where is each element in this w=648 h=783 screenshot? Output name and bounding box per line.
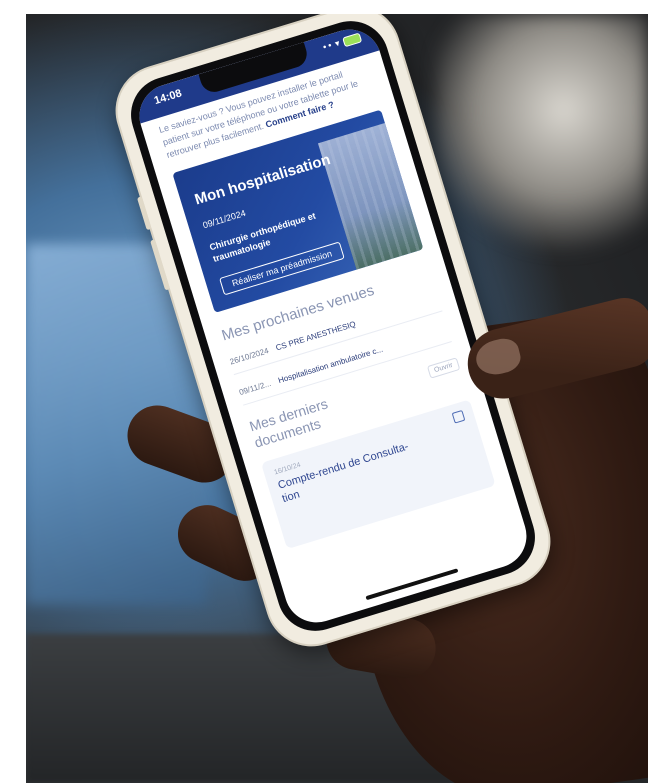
- visit-date: 26/10/2024: [228, 346, 270, 367]
- edit-icon[interactable]: [451, 409, 466, 424]
- open-documents-button[interactable]: Ouvrir: [426, 357, 461, 379]
- status-time: 14:08: [152, 87, 184, 108]
- signal-wifi-icon: •• ▾: [321, 38, 342, 54]
- background-light: [436, 14, 648, 254]
- hospitalisation-title: Mon hospitalisation: [192, 150, 333, 209]
- status-icons: •• ▾: [321, 32, 363, 54]
- battery-icon: [342, 32, 363, 48]
- visit-date: 09/11/2...: [238, 378, 273, 398]
- hospitalisation-date: 09/11/2024: [201, 207, 247, 231]
- photo-scene: 14:08 •• ▾ Le saviez-vous ? Vous pouvez …: [26, 14, 648, 783]
- side-button: [136, 196, 152, 231]
